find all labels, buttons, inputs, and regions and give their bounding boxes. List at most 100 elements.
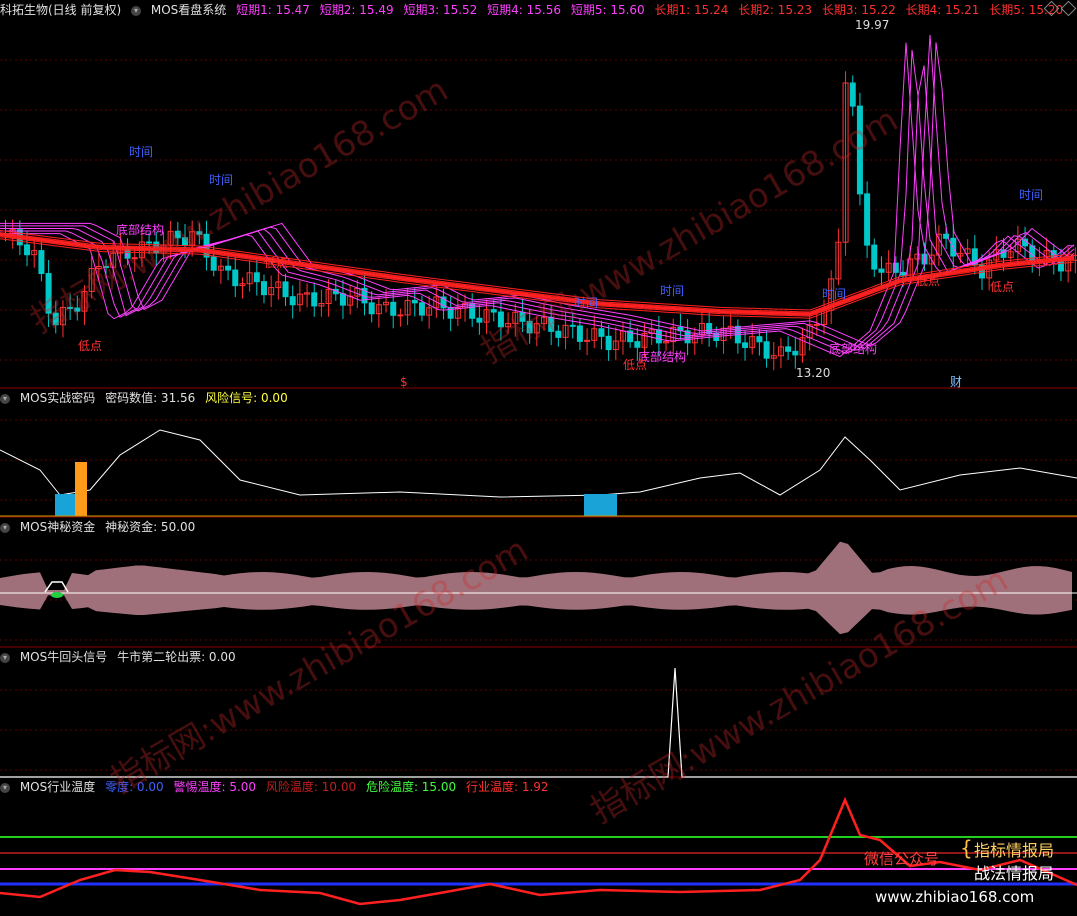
candle-body (605, 335, 612, 351)
panel2-menu-icon[interactable]: ▾ (0, 393, 10, 404)
time-label-1: 时间 (129, 145, 154, 159)
promo-a: 指标情报局 (974, 841, 1055, 860)
candle-body (52, 312, 59, 326)
candle-body (182, 237, 188, 246)
candle-body (634, 341, 641, 348)
panel3-menu-icon[interactable]: ▾ (0, 522, 10, 533)
panel3-header: ▾ MOS神秘资金 神秘资金: 50.00 (0, 520, 201, 534)
candle-body (813, 323, 820, 326)
candle-body (390, 301, 397, 316)
candle-body (548, 316, 555, 332)
candle-body (856, 105, 863, 195)
candle-body (174, 230, 181, 239)
candle-body (225, 265, 232, 271)
candle-body (38, 250, 45, 275)
indicator-name: MOS看盘系统 (150, 3, 227, 17)
indicator-menu-icon[interactable]: ▾ (131, 5, 142, 16)
long-ma-3: 长期3: 15.22 (821, 3, 896, 17)
candle-body (785, 346, 792, 352)
short-ma-1: 短期1: 15.47 (236, 3, 310, 17)
time-label-6: 时间 (1019, 188, 1044, 202)
candle-body (576, 325, 583, 342)
short-ma-5: 短期5: 15.60 (570, 3, 645, 17)
long-ma-4: 长期4: 15.21 (905, 3, 980, 17)
candle-body (526, 320, 533, 334)
short-ma-line-2 (0, 50, 1075, 354)
long-ma-2: 长期2: 15.23 (738, 3, 813, 17)
candle-body (311, 292, 318, 307)
panel2-name: MOS实战密码 (19, 391, 96, 405)
zero-temp: 零度: 0.00 (105, 780, 164, 794)
candle-body (131, 257, 138, 260)
short-ma-2: 短期2: 15.49 (319, 3, 394, 17)
promo-b: 战法情报局 (974, 864, 1055, 883)
candle-body (289, 296, 296, 306)
candle-body (900, 271, 906, 276)
panel3-name: MOS神秘资金 (19, 520, 96, 534)
candle-body (864, 193, 871, 246)
low-point-4: 低点 (916, 274, 941, 288)
signal-bar-blue-2 (584, 494, 617, 516)
time-label-5: 时间 (822, 287, 847, 301)
bottom-structure-1: 底部结构 (116, 223, 165, 237)
candle-body (146, 241, 153, 244)
candle-body (24, 244, 31, 256)
dollar-marker: $ (400, 375, 408, 389)
bottom-structure-3: 底部结构 (829, 342, 878, 356)
main-header: 科拓生物(日线 前复权) ▾ MOS看盘系统 短期1: 15.47 短期2: 1… (0, 3, 1069, 17)
panel4-name: MOS牛回头信号 (19, 650, 108, 664)
footer-site: www.zhibiao168.com (875, 888, 1035, 906)
risk-temp: 风险温度: 10.00 (265, 780, 357, 794)
candle-body (849, 82, 856, 107)
candle-body (490, 309, 497, 313)
short-ma-line-3 (0, 65, 1075, 351)
signal-bar-blue-1 (55, 494, 75, 516)
candle-body (742, 342, 749, 348)
candle-body (871, 244, 878, 270)
brace-icon: { (960, 836, 973, 860)
candle-body (555, 330, 562, 338)
candle-body (497, 311, 504, 328)
mystery-fund: 神秘资金: 50.00 (105, 520, 196, 534)
candle-body (253, 272, 260, 283)
short-ma-3: 短期3: 15.52 (403, 3, 478, 17)
password-value: 密码数值: 31.56 (105, 391, 196, 405)
password-line (0, 429, 1077, 498)
low-point-1: 低点 (78, 339, 103, 353)
panel5-menu-icon[interactable]: ▾ (0, 782, 10, 793)
risk-signal: 风险信号: 0.00 (205, 391, 288, 405)
candle-body (519, 311, 526, 322)
candle-body (418, 302, 425, 316)
candle-body (476, 317, 483, 323)
candle-body (45, 273, 52, 314)
panel5-name: MOS行业温度 (19, 780, 96, 794)
wechat-label: 微信公众号 (864, 850, 940, 868)
candle-body (763, 341, 770, 359)
candle-body (878, 268, 885, 273)
time-label-3: 时间 (574, 296, 599, 310)
time-label-2: 时间 (209, 173, 234, 187)
candle-body (397, 314, 404, 317)
industry-temp: 行业温度: 1.92 (465, 780, 549, 794)
bull-signal-line (0, 667, 1077, 778)
short-ma-4: 短期4: 15.56 (487, 3, 562, 17)
candle-body (210, 256, 217, 271)
candle-body (655, 329, 662, 344)
candle-body (74, 307, 81, 312)
mystery-fund-area (0, 541, 1072, 635)
candle-body (232, 269, 239, 287)
candle-body (569, 324, 576, 327)
candle-body (196, 231, 203, 235)
bull-signal: 牛市第二轮出票: 0.00 (117, 650, 236, 664)
candle-body (756, 336, 763, 343)
panel4-menu-icon[interactable]: ▾ (0, 652, 10, 663)
low-point-5: 低点 (990, 280, 1015, 294)
signal-bar-orange (75, 462, 87, 516)
panel5-header: ▾ MOS行业温度 零度: 0.00 警惕温度: 5.00 风险温度: 10.0… (0, 780, 555, 794)
danger-temp: 危险温度: 15.00 (365, 780, 457, 794)
mystery-fund-dot (51, 592, 63, 598)
long-ma-1: 长期1: 15.24 (654, 3, 729, 17)
chart-canvas[interactable] (0, 0, 1077, 912)
candle-body (598, 328, 605, 337)
candle-body (368, 302, 375, 315)
